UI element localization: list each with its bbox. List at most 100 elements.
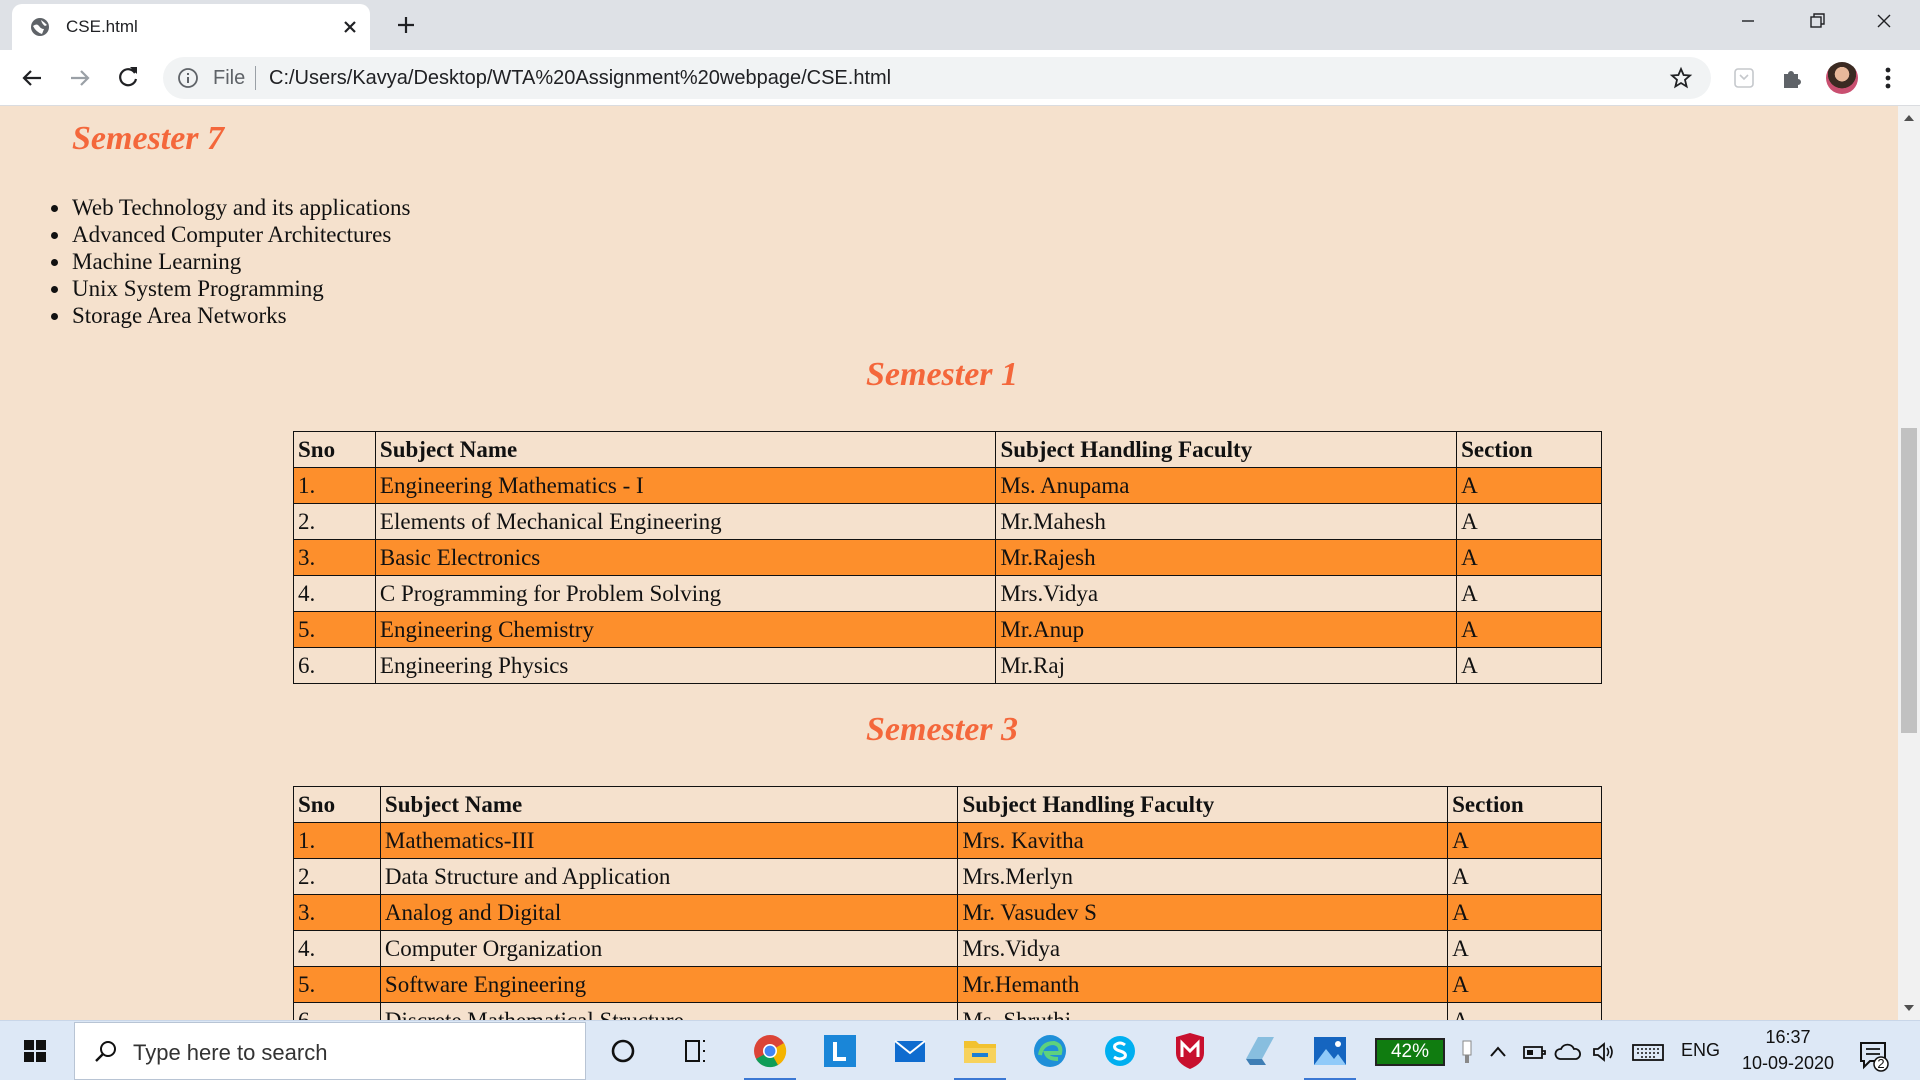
- table-row: 6. Discrete Mathematical Structure Ms. S…: [293, 1002, 1602, 1020]
- sno-cell: 3.: [293, 539, 376, 576]
- section-cell: A: [1447, 966, 1602, 1003]
- pen-usb-icon[interactable]: [1452, 1037, 1482, 1067]
- faculty-cell: Mr.Raj: [995, 647, 1458, 684]
- semester-1-heading: Semester 1: [866, 356, 1019, 393]
- search-placeholder: Type here to search: [133, 1040, 328, 1065]
- url-text[interactable]: C:/Users/Kavya/Desktop/WTA%20Assignment%…: [269, 67, 891, 90]
- subject-cell: Engineering Chemistry: [374, 611, 997, 648]
- windows-start-icon[interactable]: [0, 1021, 70, 1080]
- onedrive-cloud-icon[interactable]: [1553, 1037, 1583, 1067]
- mail-icon[interactable]: [888, 1029, 932, 1073]
- power-plug-icon[interactable]: [1518, 1037, 1548, 1067]
- column-header: Section: [1456, 431, 1602, 468]
- column-header: Subject Name: [379, 786, 959, 823]
- faculty-cell: Ms. Anupama: [995, 467, 1458, 504]
- table-row: 2. Data Structure and Application Mrs.Me…: [293, 858, 1602, 895]
- back-icon[interactable]: [16, 62, 48, 94]
- subject-cell: Software Engineering: [379, 966, 959, 1003]
- clock-time[interactable]: 16:37: [1740, 1027, 1836, 1048]
- subject-cell: Discrete Mathematical Structure: [379, 1002, 959, 1020]
- table-row: 4. Computer Organization Mrs.Vidya A: [293, 930, 1602, 967]
- scroll-down-arrow-icon[interactable]: [1898, 996, 1920, 1020]
- sno-cell: 3.: [293, 894, 381, 931]
- mcafee-shield-icon[interactable]: [1168, 1029, 1212, 1073]
- extensions-puzzle-icon[interactable]: [1778, 64, 1806, 92]
- reload-icon[interactable]: [112, 62, 144, 94]
- bookmark-star-icon[interactable]: [1669, 66, 1693, 90]
- section-cell: A: [1447, 1002, 1602, 1020]
- section-cell: A: [1456, 611, 1602, 648]
- file-explorer-icon[interactable]: [954, 1029, 1006, 1080]
- table-row: 5. Software Engineering Mr.Hemanth A: [293, 966, 1602, 1003]
- browser-tab[interactable]: CSE.html: [12, 4, 370, 50]
- l-app-icon[interactable]: [818, 1029, 862, 1073]
- windows-taskbar: Type here to search 42% ENG 16:37 10-09-…: [0, 1020, 1920, 1080]
- table-row: 2. Elements of Mechanical Engineering Mr…: [293, 503, 1602, 540]
- battery-indicator[interactable]: 42%: [1375, 1038, 1445, 1066]
- subject-cell: C Programming for Problem Solving: [374, 575, 997, 612]
- subject-cell: Mathematics-III: [379, 822, 959, 859]
- info-icon[interactable]: [177, 67, 199, 89]
- chrome-taskbar-icon[interactable]: [744, 1029, 796, 1080]
- faculty-cell: Mrs. Kavitha: [957, 822, 1449, 859]
- restore-icon[interactable]: [1783, 0, 1849, 42]
- taskbar-search-box[interactable]: Type here to search: [74, 1022, 586, 1080]
- column-header: Subject Handling Faculty: [957, 786, 1449, 823]
- notes-app-icon[interactable]: [1238, 1029, 1282, 1073]
- photos-app-icon[interactable]: [1304, 1029, 1356, 1080]
- edge-icon[interactable]: [1028, 1029, 1072, 1073]
- page-viewport: Semester 7 Web Technology and its applic…: [0, 106, 1898, 1020]
- section-cell: A: [1456, 539, 1602, 576]
- semester-1-table: Sno Subject Name Subject Handling Facult…: [293, 431, 1602, 684]
- faculty-cell: Mr.Anup: [995, 611, 1458, 648]
- faculty-cell: Mrs.Merlyn: [957, 858, 1449, 895]
- tab-strip: CSE.html: [0, 0, 1920, 50]
- search-icon: [95, 1041, 116, 1062]
- extension-shield-icon[interactable]: [1730, 64, 1758, 92]
- minimize-icon[interactable]: [1715, 0, 1781, 42]
- sno-cell: 6.: [293, 647, 376, 684]
- subject-cell: Computer Organization: [379, 930, 959, 967]
- show-hidden-icons-chevron-icon[interactable]: [1483, 1037, 1513, 1067]
- cortana-icon[interactable]: [601, 1029, 645, 1073]
- list-item: Machine Learning: [49, 248, 411, 275]
- url-scheme-label: File: [213, 67, 246, 89]
- column-header: Sno: [293, 431, 376, 468]
- globe-icon: [31, 18, 49, 36]
- task-view-icon[interactable]: [673, 1029, 717, 1073]
- forward-icon[interactable]: [64, 62, 96, 94]
- window-close-icon[interactable]: [1851, 0, 1917, 42]
- action-center-button[interactable]: 2: [1856, 1037, 1892, 1073]
- profile-avatar[interactable]: [1826, 62, 1858, 94]
- sno-cell: 4.: [293, 575, 376, 612]
- subject-cell: Analog and Digital: [379, 894, 959, 931]
- skype-icon[interactable]: [1098, 1029, 1142, 1073]
- section-cell: A: [1456, 503, 1602, 540]
- faculty-cell: Mr.Mahesh: [995, 503, 1458, 540]
- more-menu-icon[interactable]: [1874, 64, 1902, 92]
- table-row: 1. Mathematics-III Mrs. Kavitha A: [293, 822, 1602, 859]
- sno-cell: 1.: [293, 822, 381, 859]
- scrollbar-thumb[interactable]: [1901, 428, 1917, 733]
- tab-title: CSE.html: [66, 17, 138, 36]
- table-row: 6. Engineering Physics Mr.Raj A: [293, 647, 1602, 684]
- semester-3-heading: Semester 3: [866, 711, 1019, 748]
- list-item: Advanced Computer Architectures: [49, 221, 411, 248]
- volume-speaker-icon[interactable]: [1588, 1037, 1618, 1067]
- address-bar[interactable]: File C:/Users/Kavya/Desktop/WTA%20Assign…: [163, 57, 1711, 99]
- section-cell: A: [1447, 930, 1602, 967]
- section-cell: A: [1447, 858, 1602, 895]
- close-tab-icon[interactable]: [338, 15, 362, 39]
- faculty-cell: Mr.Rajesh: [995, 539, 1458, 576]
- faculty-cell: Mrs.Vidya: [995, 575, 1458, 612]
- table-row: 5. Engineering Chemistry Mr.Anup A: [293, 611, 1602, 648]
- touch-keyboard-icon[interactable]: [1630, 1037, 1666, 1067]
- subject-cell: Engineering Mathematics - I: [374, 467, 997, 504]
- semester-3-table: Sno Subject Name Subject Handling Facult…: [293, 786, 1602, 1020]
- sno-cell: 2.: [293, 858, 381, 895]
- scroll-up-arrow-icon[interactable]: [1898, 106, 1920, 130]
- input-language[interactable]: ENG: [1681, 1040, 1720, 1061]
- new-tab-icon[interactable]: [392, 11, 420, 39]
- subject-cell: Elements of Mechanical Engineering: [374, 503, 997, 540]
- clock-date[interactable]: 10-09-2020: [1730, 1053, 1846, 1074]
